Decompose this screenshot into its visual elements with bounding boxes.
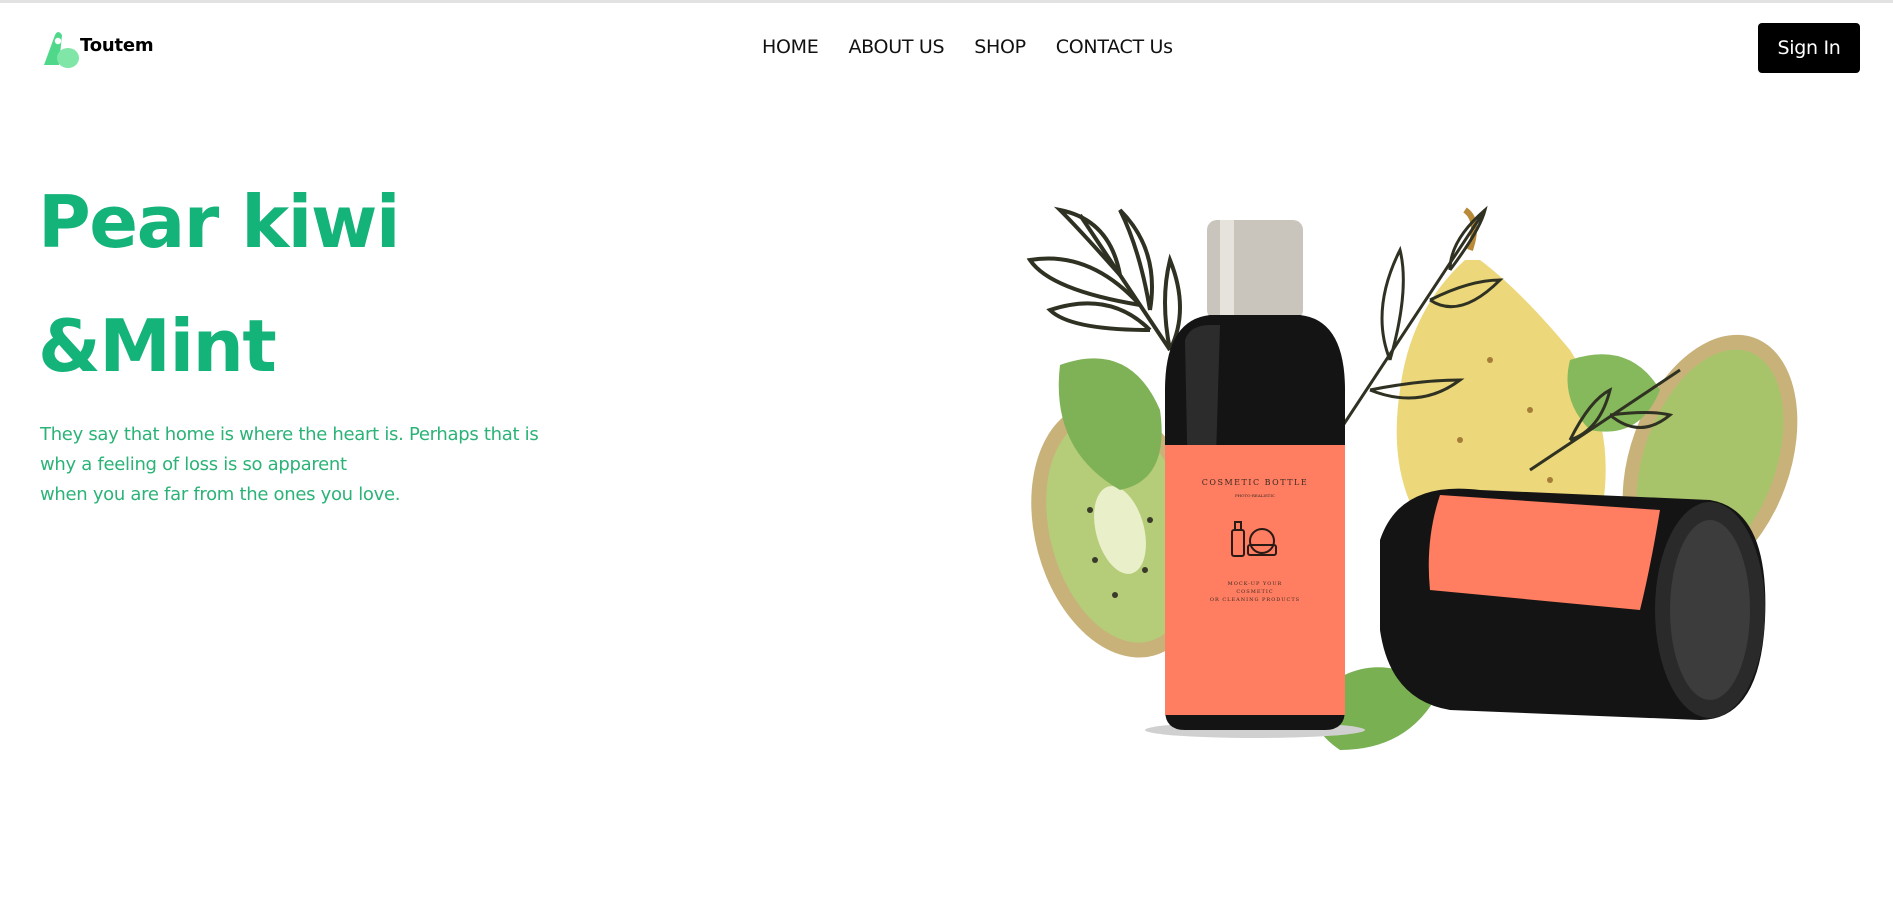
sign-in-button[interactable]: Sign In bbox=[1758, 23, 1860, 73]
hero-text-line-2: why a feeling of loss is so apparent bbox=[40, 454, 347, 475]
nav-home[interactable]: HOME bbox=[762, 36, 819, 58]
hero-text-line-3: when you are far from the ones you love. bbox=[40, 484, 401, 505]
site-header: Toutem HOME ABOUT US SHOP CONTACT Us Sig… bbox=[0, 3, 1893, 93]
nav-about-us[interactable]: ABOUT US bbox=[848, 36, 944, 58]
logo-icon bbox=[44, 32, 79, 68]
nav-shop[interactable]: SHOP bbox=[974, 36, 1026, 58]
product-bottle-lying bbox=[1380, 488, 1766, 720]
brand-name: Toutem bbox=[80, 35, 154, 56]
bottle-label-line-2: COSMETIC bbox=[1236, 589, 1273, 595]
hero-title: Pear kiwi &Mint bbox=[38, 160, 401, 408]
hero-title-line-1: Pear kiwi bbox=[38, 180, 401, 264]
bottle-label-subtitle: PHOTO-REALISTIC bbox=[1235, 493, 1275, 498]
hero-title-line-2: &Mint bbox=[38, 304, 277, 388]
nav-contact-us[interactable]: CONTACT Us bbox=[1056, 36, 1173, 58]
brand-logo[interactable]: Toutem bbox=[38, 27, 154, 71]
bottle-label-line-1: MOCK-UP YOUR bbox=[1228, 581, 1283, 587]
main-nav: HOME ABOUT US SHOP CONTACT Us bbox=[762, 36, 1173, 58]
hero-text-line-1: They say that home is where the heart is… bbox=[40, 424, 539, 445]
hero-description: They say that home is where the heart is… bbox=[40, 420, 600, 510]
branch-outline-left bbox=[1026, 206, 1182, 352]
product-hero-image: COSMETIC BOTTLE PHOTO-REALISTIC MOCK-UP … bbox=[1026, 205, 1798, 750]
bottle-label-title: COSMETIC BOTTLE bbox=[1202, 478, 1308, 487]
bottle-label-line-3: OR CLEANING PRODUCTS bbox=[1210, 597, 1300, 603]
